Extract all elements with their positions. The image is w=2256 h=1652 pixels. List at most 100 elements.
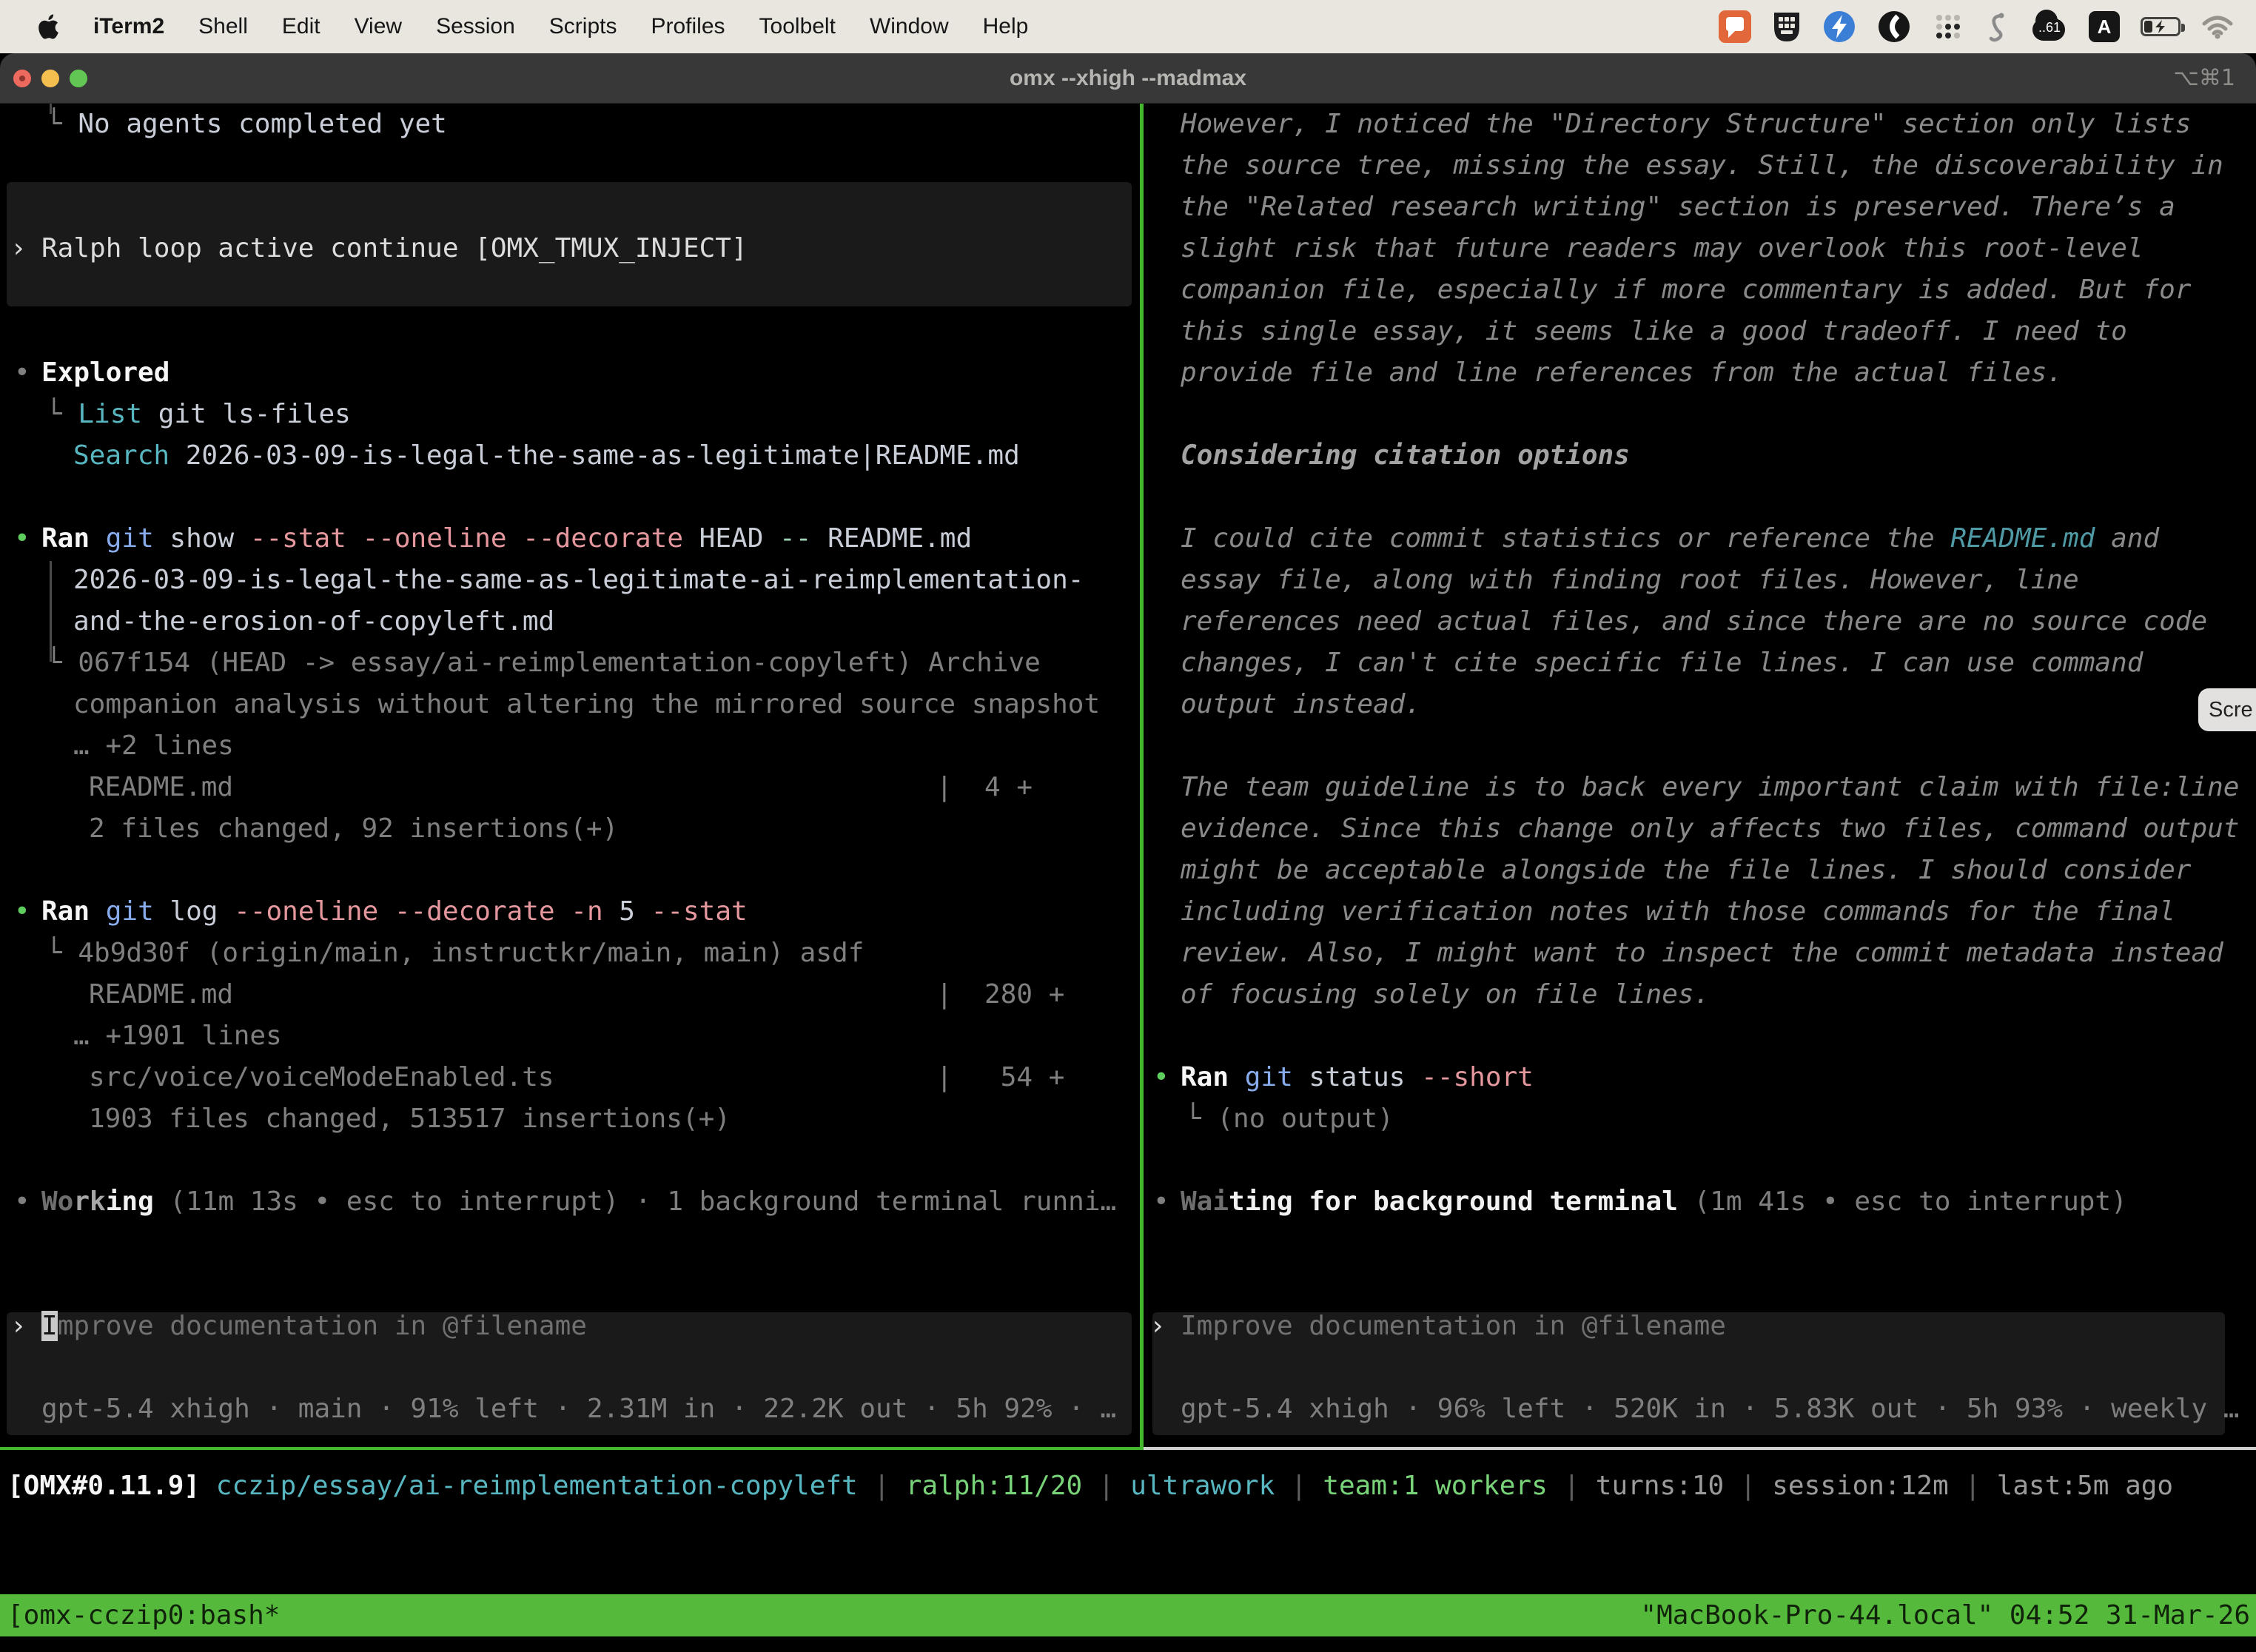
terminal-text-segment: references need actual files, and since … — [1181, 606, 2207, 637]
menu-item-toolbelt[interactable]: Toolbelt — [759, 14, 836, 39]
terminal-text-segment: status — [1293, 1062, 1421, 1092]
terminal-text-segment: README.md — [89, 772, 233, 802]
terminal-text-segment: ralph:11/20 — [906, 1471, 1082, 1501]
menu-item-window[interactable]: Window — [870, 14, 949, 39]
terminal-line: Waiting for background terminal (1m 41s … — [1181, 1181, 2127, 1223]
terminal-line: • — [1153, 1181, 1169, 1223]
menu-item-view[interactable]: View — [355, 14, 402, 39]
menu-item-session[interactable]: Session — [436, 14, 515, 39]
terminal-text-segment: • — [14, 523, 30, 554]
terminal-text-segment: slight risk that future readers may over… — [1181, 233, 2143, 263]
terminal-line: | 54 + — [936, 1057, 1064, 1098]
terminal-text-segment: turns:10 — [1596, 1471, 1724, 1501]
terminal-line: might be acceptable alongside the file l… — [1181, 850, 2191, 891]
terminal-text-segment: › — [10, 233, 27, 263]
countdown-badge-label: ..61 — [2036, 20, 2063, 36]
menu-item-help[interactable]: Help — [983, 14, 1029, 39]
terminal-text-segment: └ — [46, 938, 78, 968]
terminal-text-segment: output instead. — [1181, 689, 1421, 719]
terminal-text-segment: 2026-03-09-is-legal-the-same-as-legitima… — [73, 565, 1084, 595]
terminal-content[interactable]: └ No agents completed yet›Ralph loop act… — [0, 104, 2256, 1447]
tmux-pane-divider[interactable] — [1140, 104, 1144, 1447]
terminal-text-segment: Explored — [41, 357, 169, 388]
terminal-line: I could cite commit statistics or refere… — [1181, 518, 2159, 560]
blue-bolt-badge-icon[interactable] — [1822, 9, 1856, 44]
terminal-text-segment: show — [154, 523, 250, 554]
inactive-pane-border — [1144, 1447, 2256, 1450]
screen-share-overlay[interactable]: Scre — [2198, 688, 2256, 731]
terminal-line: essay file, along with finding root file… — [1181, 560, 2079, 601]
terminal-line: this single essay, it seems like a good … — [1181, 311, 2127, 352]
terminal-text-segment: 1903 files changed, 513517 insertions(+) — [89, 1104, 731, 1134]
terminal-text-segment: | — [1548, 1471, 1596, 1501]
terminal-text-segment: the "Related research writing" section i… — [1181, 192, 2175, 222]
terminal-text-segment: --oneline --decorate -n — [234, 896, 603, 927]
terminal-text-segment: › — [10, 1311, 27, 1341]
terminal-text-segment: session:12m — [1772, 1471, 1948, 1501]
wifi-icon[interactable] — [2201, 9, 2234, 44]
terminal-line: › — [10, 228, 27, 269]
screenshare-chat-icon[interactable] — [1719, 9, 1751, 44]
terminal-text-segment: review. Also, I might want to inspect th… — [1181, 938, 2223, 968]
terminal-text-segment: rk — [73, 1186, 105, 1217]
menu-item-profiles[interactable]: Profiles — [651, 14, 725, 39]
terminal-text-segment: (11m 13s • esc to interrupt) · 1 backgro… — [154, 1186, 1116, 1217]
terminal-line: • — [14, 891, 30, 933]
window-title: omx --xhigh --madmax — [0, 53, 2256, 104]
dark-crescent-icon[interactable] — [1877, 9, 1911, 44]
terminal-text-segment: the source tree, missing the essay. Stil… — [1181, 150, 2223, 181]
apple-menu-icon[interactable] — [37, 9, 59, 44]
terminal-line: companion analysis without altering the … — [73, 684, 1100, 725]
terminal-line: • — [14, 1181, 30, 1223]
menu-bar-status-area: ..61 A — [1719, 9, 2256, 44]
menu-item-scripts[interactable]: Scripts — [549, 14, 617, 39]
terminal-text-segment: --stat --oneline --decorate — [250, 523, 683, 554]
window-titlebar[interactable]: omx --xhigh --madmax ⌥⌘1 — [0, 53, 2256, 104]
terminal-line: output instead. — [1181, 684, 1421, 725]
terminal-text-segment: gpt-5.4 xhigh · main · 91% left · 2.31M … — [41, 1394, 1116, 1424]
terminal-text-segment: I — [41, 1311, 58, 1341]
terminal-text-segment: provide file and line references from th… — [1181, 357, 2063, 388]
countdown-badge-icon[interactable]: ..61 — [2030, 10, 2068, 44]
menu-item-shell[interactable]: Shell — [198, 14, 248, 39]
terminal-text-segment: might be acceptable alongside the file l… — [1181, 855, 2191, 885]
terminal-text-segment: Ran — [41, 523, 90, 554]
terminal-text-segment: Wai — [1181, 1186, 1229, 1217]
menu-item-iterm2[interactable]: iTerm2 — [93, 14, 164, 39]
terminal-text-segment: | — [858, 1471, 906, 1501]
battery-icon[interactable] — [2141, 9, 2181, 44]
terminal-text-segment: List — [78, 399, 142, 429]
terminal-line: Improve documentation in @filename — [1181, 1306, 1726, 1347]
terminal-text-segment: › — [1149, 1311, 1166, 1341]
terminal-text-segment: ultrawork — [1130, 1471, 1275, 1501]
keyboard-shield-icon[interactable] — [1772, 9, 1802, 44]
terminal-line: including verification notes with those … — [1181, 891, 2175, 933]
terminal-line: Ran git show --stat --oneline --decorate… — [41, 518, 972, 560]
terminal-text-segment: cczip/essay/ai-reimplementation-copyleft — [216, 1471, 858, 1501]
terminal-text-segment: last:5m ago — [1997, 1471, 2173, 1501]
menu-item-edit[interactable]: Edit — [282, 14, 320, 39]
terminal-text-segment: └ — [1185, 1104, 1217, 1134]
terminal-text-segment: Search — [73, 440, 169, 471]
terminal-line: Ran git log --oneline --decorate -n 5 --… — [41, 891, 748, 933]
terminal-line: • — [1153, 1057, 1169, 1098]
terminal-text-segment: -- — [779, 523, 811, 554]
terminal-line: … +1901 lines — [73, 1015, 282, 1057]
a-square-icon[interactable]: A — [2089, 11, 2120, 42]
terminal-text-segment: | — [1949, 1471, 1997, 1501]
terminal-line: • — [14, 352, 30, 394]
snake-hook-icon[interactable] — [1985, 9, 2009, 44]
terminal-text-segment: Ran — [41, 896, 90, 927]
terminal-line: └ (no output) — [1185, 1098, 1394, 1140]
terminal-text-segment: 2026-03-09-is-legal-the-same-as-legitima… — [169, 440, 1020, 471]
terminal-line: evidence. Since this change only affects… — [1181, 808, 2239, 850]
terminal-text-segment: gpt-5.4 xhigh · 96% left · 520K in · 5.8… — [1181, 1394, 2239, 1424]
terminal-text-segment: essay file, along with finding root file… — [1181, 565, 2079, 595]
terminal-text-segment: README.md — [1950, 523, 2095, 554]
terminal-text-segment: [OMX#0.11.9] — [7, 1471, 200, 1501]
terminal-text-segment: --short — [1421, 1062, 1534, 1092]
terminal-text-segment: ing — [106, 1186, 154, 1217]
dots-grid-icon[interactable] — [1932, 9, 1964, 44]
terminal-text-segment: this single essay, it seems like a good … — [1181, 316, 2127, 346]
terminal-text-segment: changes, I can't cite specific file line… — [1181, 648, 2143, 678]
